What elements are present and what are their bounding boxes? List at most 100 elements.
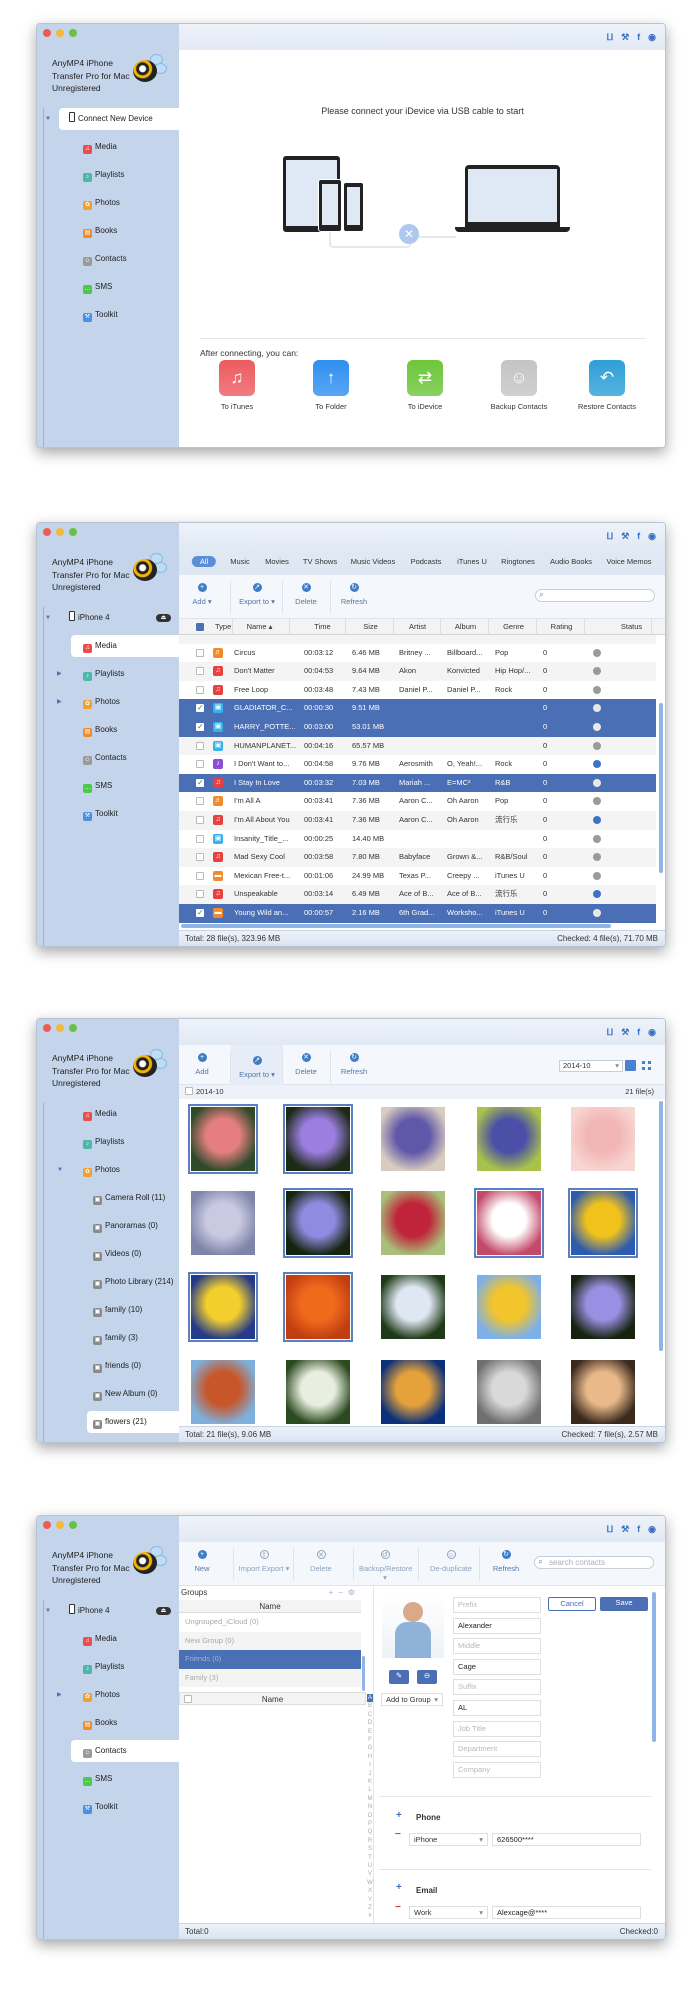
photo-thumbnail[interactable]	[283, 1104, 353, 1174]
refresh-button[interactable]: ↻ Refresh	[328, 583, 380, 606]
edit-photo-button[interactable]: ✎	[389, 1670, 409, 1684]
alphabet-index-s[interactable]: S	[367, 1845, 373, 1853]
tab-movies[interactable]: Movies	[265, 557, 289, 566]
row-checkbox[interactable]	[196, 741, 204, 750]
wrench-icon[interactable]: ⚒	[621, 531, 629, 542]
table-row[interactable]: ▬ Mexican Free-t... 00:01:06 24.99 MB Texas …	[179, 867, 656, 886]
cart-icon[interactable]: ⨿	[607, 32, 613, 43]
table-row[interactable]: ♫ Don't Matter 00:04:53 9.64 MB Akon Konvicte…	[179, 662, 656, 681]
photo-thumbnail[interactable]	[286, 1360, 350, 1424]
group-row[interactable]: Family (3)	[179, 1668, 361, 1688]
refresh-button[interactable]: ↻ Refresh	[480, 1550, 532, 1573]
email-field[interactable]: Alexcage@****	[492, 1906, 641, 1919]
alphabet-index-m[interactable]: M	[367, 1795, 373, 1803]
photo-thumbnail[interactable]	[477, 1107, 541, 1171]
sidebar-item-playlists[interactable]: ♪ Playlists	[71, 1656, 179, 1678]
row-checkbox[interactable]	[196, 853, 204, 862]
zoom-button[interactable]	[69, 528, 77, 536]
contact-field-job-title[interactable]: Job Title	[453, 1720, 541, 1737]
new-button[interactable]: + New	[176, 1550, 228, 1573]
alphabet-index-d[interactable]: D	[367, 1719, 373, 1727]
export-to-button[interactable]: ↗ Export to ▾	[231, 583, 283, 606]
table-row[interactable]: ♫ Free Loop 00:03:48 7.43 MB Daniel P... Dani…	[179, 681, 656, 700]
sidebar-item-iphone-4[interactable]: ▼ iPhone 4 ⏏	[45, 607, 179, 629]
contact-field-middle[interactable]: Middle	[453, 1638, 541, 1655]
add-button[interactable]: + Add ▾	[176, 583, 228, 606]
sidebar-item-photos[interactable]: ▶ ✿ Photos	[57, 1684, 179, 1706]
column-header-artist[interactable]: Artist	[395, 619, 441, 635]
photo-thumbnail[interactable]	[283, 1272, 353, 1342]
sidebar-item-media[interactable]: ♫ Media	[71, 1628, 179, 1650]
eject-button[interactable]: ⏏	[156, 614, 171, 622]
contact-field-prefix[interactable]: Prefix	[453, 1597, 541, 1613]
restore-contacts-button[interactable]: ↶ Restore Contacts	[567, 360, 647, 411]
date-filter-select[interactable]: 2014-10 ▾	[559, 1060, 623, 1072]
table-row[interactable]: ♫ I Stay In Love 00:03:32 7.03 MB Mariah ...…	[179, 773, 656, 792]
close-button[interactable]	[43, 1521, 51, 1529]
contact-field-first[interactable]: Alexander	[453, 1617, 541, 1634]
remove-email-button[interactable]: −	[395, 1902, 401, 1913]
alphabet-index-hash[interactable]: #	[367, 1912, 373, 1920]
alphabet-index-b[interactable]: B	[367, 1702, 373, 1710]
row-checkbox[interactable]	[196, 667, 204, 676]
row-checkbox[interactable]	[196, 797, 204, 806]
sidebar-item-family-10-[interactable]: ▣ family (10)	[87, 1299, 179, 1321]
row-checkbox[interactable]	[196, 699, 204, 718]
expand-open-icon[interactable]: ▼	[57, 1159, 63, 1181]
detail-scrollbar[interactable]	[652, 1592, 656, 1742]
tab-audio-books[interactable]: Audio Books	[550, 557, 592, 566]
sidebar-item-books[interactable]: ▤ Books	[71, 1712, 179, 1734]
photo-thumbnail[interactable]	[188, 1272, 258, 1342]
phone-type-select[interactable]: iPhone	[409, 1833, 488, 1846]
sidebar-item-panoramas-0-[interactable]: ▣ Panoramas (0)	[87, 1215, 179, 1237]
sidebar-item-iphone-4[interactable]: ▼ iPhone 4 ⏏	[45, 1600, 179, 1622]
search-contacts-input[interactable]: search contacts	[534, 1556, 654, 1569]
alphabet-index-j[interactable]: J	[367, 1770, 373, 1778]
alphabet-index-o[interactable]: O	[367, 1812, 373, 1820]
alphabet-index-f[interactable]: F	[367, 1736, 373, 1744]
alphabet-index-p[interactable]: P	[367, 1820, 373, 1828]
facebook-icon[interactable]: f	[637, 32, 640, 43]
vertical-scrollbar[interactable]	[659, 1101, 663, 1351]
photo-thumbnail[interactable]	[571, 1275, 635, 1339]
sidebar-item-toolkit[interactable]: ⚒ Toolkit	[71, 304, 179, 326]
column-header-name[interactable]: Name ▴	[230, 619, 290, 635]
alphabet-index-x[interactable]: X	[367, 1887, 373, 1895]
alphabet-index-h[interactable]: H	[367, 1753, 373, 1761]
alphabet-index-k[interactable]: K	[367, 1778, 373, 1786]
row-checkbox[interactable]	[196, 685, 204, 694]
contact-field-nickname[interactable]: AL	[453, 1700, 541, 1716]
alphabet-index-y[interactable]: Y	[367, 1896, 373, 1904]
sidebar-item-sms[interactable]: … SMS	[71, 775, 179, 797]
eject-button[interactable]: ⏏	[156, 1607, 171, 1615]
cancel-button[interactable]: Cancel	[548, 1597, 596, 1611]
photo-thumbnail[interactable]	[474, 1188, 544, 1258]
cart-icon[interactable]: ⨿	[607, 531, 613, 542]
wrench-icon[interactable]: ⚒	[621, 1027, 629, 1038]
alphabet-index-l[interactable]: L	[367, 1786, 373, 1794]
sidebar-item-toolkit[interactable]: ⚒ Toolkit	[71, 1796, 179, 1818]
photo-thumbnail[interactable]	[381, 1275, 445, 1339]
delete-button[interactable]: ✕ Delete	[295, 1550, 347, 1573]
alphabet-index-w[interactable]: W	[367, 1879, 373, 1887]
zoom-button[interactable]	[69, 29, 77, 37]
sidebar-item-media[interactable]: ♫ Media	[71, 635, 179, 657]
sidebar-item-videos-0-[interactable]: ▣ Videos (0)	[87, 1243, 179, 1265]
delete-button[interactable]: ✕ Delete	[280, 583, 332, 606]
photo-thumbnail[interactable]	[191, 1360, 255, 1424]
photo-thumbnail[interactable]	[381, 1191, 445, 1255]
add-email-button[interactable]: +	[396, 1882, 402, 1893]
sidebar-item-photos[interactable]: ✿ Photos	[71, 192, 179, 214]
contact-field-last[interactable]: Cage	[453, 1658, 541, 1675]
group-settings-button[interactable]: ⚙	[348, 1588, 360, 1597]
sidebar-item-new-album-0-[interactable]: ▣ New Album (0)	[87, 1383, 179, 1405]
zoom-button[interactable]	[69, 1521, 77, 1529]
alphabet-index-t[interactable]: T	[367, 1854, 373, 1862]
photo-thumbnail[interactable]	[477, 1360, 541, 1424]
table-row[interactable]: ♬ Circus 00:03:12 6.46 MB Britney ... Billboa…	[179, 644, 656, 663]
group-row[interactable]: Ungrouped_iCloud (0)	[179, 1613, 361, 1632]
sidebar-item-photos[interactable]: ▼ ✿ Photos	[57, 1159, 179, 1181]
select-all-checkbox[interactable]	[196, 623, 204, 631]
table-row[interactable]: ▣ HUMANPLANET... 00:04:16 65.57 MB 0	[179, 736, 656, 756]
sidebar-item-toolkit[interactable]: ⚒ Toolkit	[71, 803, 179, 825]
